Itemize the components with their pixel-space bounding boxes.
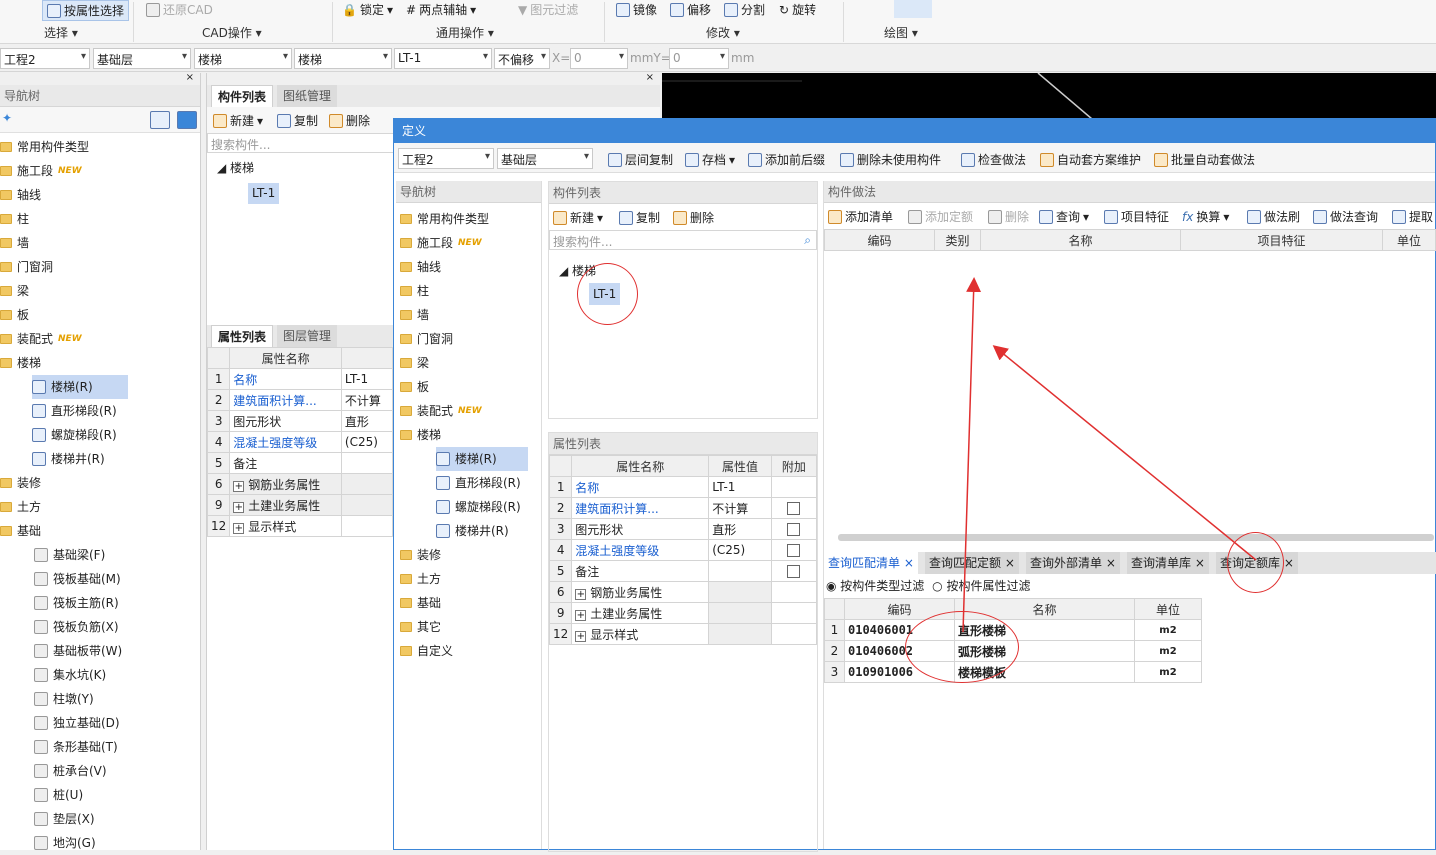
annotation-arrows <box>962 277 1257 633</box>
